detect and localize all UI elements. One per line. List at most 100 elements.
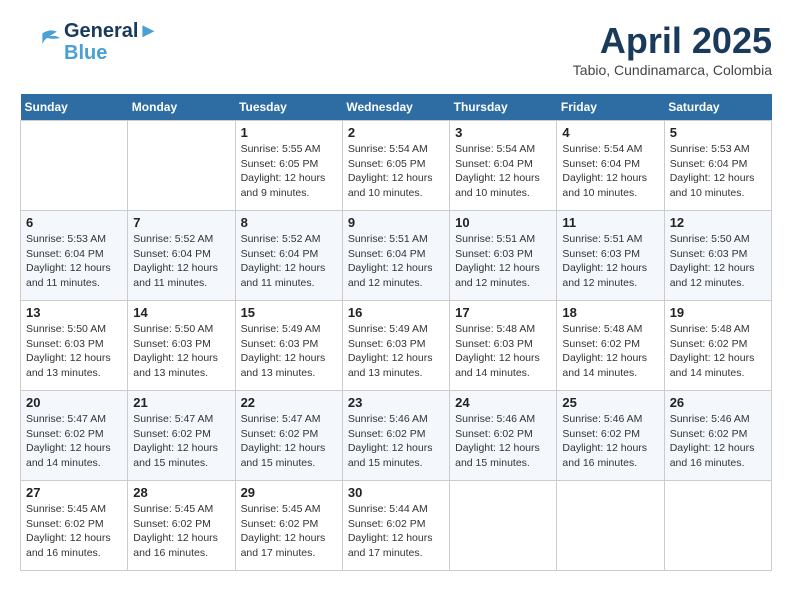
calendar-day-cell: 13 Sunrise: 5:50 AM Sunset: 6:03 PM Dayli… [21, 301, 128, 391]
calendar-table: SundayMondayTuesdayWednesdayThursdayFrid… [20, 94, 772, 571]
logo-text: General► Blue [64, 20, 158, 64]
calendar-day-cell: 6 Sunrise: 5:53 AM Sunset: 6:04 PM Daylig… [21, 211, 128, 301]
day-info: Sunrise: 5:48 AM Sunset: 6:03 PM Dayligh… [455, 322, 551, 381]
day-info: Sunrise: 5:54 AM Sunset: 6:04 PM Dayligh… [455, 142, 551, 201]
day-info: Sunrise: 5:52 AM Sunset: 6:04 PM Dayligh… [133, 232, 229, 291]
day-number: 15 [241, 305, 337, 320]
logo-icon [20, 22, 60, 62]
day-number: 8 [241, 215, 337, 230]
weekday-header: Friday [557, 94, 664, 121]
calendar-day-cell: 23 Sunrise: 5:46 AM Sunset: 6:02 PM Dayli… [342, 391, 449, 481]
calendar-day-cell: 3 Sunrise: 5:54 AM Sunset: 6:04 PM Daylig… [450, 121, 557, 211]
day-info: Sunrise: 5:47 AM Sunset: 6:02 PM Dayligh… [133, 412, 229, 471]
day-info: Sunrise: 5:53 AM Sunset: 6:04 PM Dayligh… [670, 142, 766, 201]
weekday-header: Tuesday [235, 94, 342, 121]
day-info: Sunrise: 5:49 AM Sunset: 6:03 PM Dayligh… [348, 322, 444, 381]
day-number: 3 [455, 125, 551, 140]
day-number: 4 [562, 125, 658, 140]
weekday-header: Saturday [664, 94, 771, 121]
day-number: 30 [348, 485, 444, 500]
calendar-week-row: 6 Sunrise: 5:53 AM Sunset: 6:04 PM Daylig… [21, 211, 772, 301]
day-info: Sunrise: 5:47 AM Sunset: 6:02 PM Dayligh… [241, 412, 337, 471]
day-info: Sunrise: 5:51 AM Sunset: 6:04 PM Dayligh… [348, 232, 444, 291]
day-number: 9 [348, 215, 444, 230]
calendar-day-cell: 21 Sunrise: 5:47 AM Sunset: 6:02 PM Dayli… [128, 391, 235, 481]
calendar-day-cell: 17 Sunrise: 5:48 AM Sunset: 6:03 PM Dayli… [450, 301, 557, 391]
weekday-header: Thursday [450, 94, 557, 121]
day-number: 10 [455, 215, 551, 230]
calendar-day-cell: 28Sunrise: 5:45 AM Sunset: 6:02 PM Dayli… [128, 481, 235, 571]
day-number: 29 [241, 485, 337, 500]
day-number: 22 [241, 395, 337, 410]
calendar-day-cell: 18 Sunrise: 5:48 AM Sunset: 6:02 PM Dayli… [557, 301, 664, 391]
day-number: 6 [26, 215, 122, 230]
calendar-day-cell: 4Sunrise: 5:54 AM Sunset: 6:04 PM Daylig… [557, 121, 664, 211]
day-number: 26 [670, 395, 766, 410]
calendar-day-cell: 20Sunrise: 5:47 AM Sunset: 6:02 PM Dayli… [21, 391, 128, 481]
calendar-week-row: 20Sunrise: 5:47 AM Sunset: 6:02 PM Dayli… [21, 391, 772, 481]
day-number: 21 [133, 395, 229, 410]
day-number: 19 [670, 305, 766, 320]
day-info: Sunrise: 5:55 AM Sunset: 6:05 PM Dayligh… [241, 142, 337, 201]
calendar-day-cell: 25 Sunrise: 5:46 AM Sunset: 6:02 PM Dayli… [557, 391, 664, 481]
day-info: Sunrise: 5:50 AM Sunset: 6:03 PM Dayligh… [670, 232, 766, 291]
day-number: 2 [348, 125, 444, 140]
day-info: Sunrise: 5:47 AM Sunset: 6:02 PM Dayligh… [26, 412, 122, 471]
weekday-header: Wednesday [342, 94, 449, 121]
calendar-day-cell: 5Sunrise: 5:53 AM Sunset: 6:04 PM Daylig… [664, 121, 771, 211]
calendar-day-cell: 15 Sunrise: 5:49 AM Sunset: 6:03 PM Dayli… [235, 301, 342, 391]
calendar-week-row: 13 Sunrise: 5:50 AM Sunset: 6:03 PM Dayli… [21, 301, 772, 391]
day-info: Sunrise: 5:54 AM Sunset: 6:05 PM Dayligh… [348, 142, 444, 201]
calendar-day-cell: 30 Sunrise: 5:44 AM Sunset: 6:02 PM Dayli… [342, 481, 449, 571]
calendar-day-cell: 14Sunrise: 5:50 AM Sunset: 6:03 PM Dayli… [128, 301, 235, 391]
weekday-header: Sunday [21, 94, 128, 121]
calendar-day-cell: 10 Sunrise: 5:51 AM Sunset: 6:03 PM Dayli… [450, 211, 557, 301]
calendar-day-cell: 1 Sunrise: 5:55 AM Sunset: 6:05 PM Daylig… [235, 121, 342, 211]
weekday-header: Monday [128, 94, 235, 121]
month-title: April 2025 [573, 20, 772, 62]
logo: General► Blue [20, 20, 158, 64]
calendar-day-cell [557, 481, 664, 571]
calendar-day-cell: 8Sunrise: 5:52 AM Sunset: 6:04 PM Daylig… [235, 211, 342, 301]
day-number: 1 [241, 125, 337, 140]
calendar-day-cell [450, 481, 557, 571]
day-info: Sunrise: 5:48 AM Sunset: 6:02 PM Dayligh… [562, 322, 658, 381]
day-number: 24 [455, 395, 551, 410]
day-info: Sunrise: 5:51 AM Sunset: 6:03 PM Dayligh… [455, 232, 551, 291]
day-number: 11 [562, 215, 658, 230]
day-info: Sunrise: 5:46 AM Sunset: 6:02 PM Dayligh… [562, 412, 658, 471]
calendar-header: SundayMondayTuesdayWednesdayThursdayFrid… [21, 94, 772, 121]
day-number: 13 [26, 305, 122, 320]
day-info: Sunrise: 5:45 AM Sunset: 6:02 PM Dayligh… [241, 502, 337, 561]
day-info: Sunrise: 5:44 AM Sunset: 6:02 PM Dayligh… [348, 502, 444, 561]
calendar-day-cell [21, 121, 128, 211]
calendar-day-cell: 11Sunrise: 5:51 AM Sunset: 6:03 PM Dayli… [557, 211, 664, 301]
day-number: 17 [455, 305, 551, 320]
calendar-day-cell: 19 Sunrise: 5:48 AM Sunset: 6:02 PM Dayli… [664, 301, 771, 391]
day-number: 23 [348, 395, 444, 410]
day-number: 25 [562, 395, 658, 410]
calendar-day-cell: 24Sunrise: 5:46 AM Sunset: 6:02 PM Dayli… [450, 391, 557, 481]
calendar-day-cell: 9 Sunrise: 5:51 AM Sunset: 6:04 PM Daylig… [342, 211, 449, 301]
day-number: 16 [348, 305, 444, 320]
day-number: 12 [670, 215, 766, 230]
day-info: Sunrise: 5:49 AM Sunset: 6:03 PM Dayligh… [241, 322, 337, 381]
calendar-day-cell: 29 Sunrise: 5:45 AM Sunset: 6:02 PM Dayli… [235, 481, 342, 571]
day-number: 14 [133, 305, 229, 320]
calendar-day-cell: 12 Sunrise: 5:50 AM Sunset: 6:03 PM Dayli… [664, 211, 771, 301]
calendar-day-cell: 7Sunrise: 5:52 AM Sunset: 6:04 PM Daylig… [128, 211, 235, 301]
title-block: April 2025 Tabio, Cundinamarca, Colombia [573, 20, 772, 78]
calendar-day-cell: 27Sunrise: 5:45 AM Sunset: 6:02 PM Dayli… [21, 481, 128, 571]
calendar-day-cell: 26Sunrise: 5:46 AM Sunset: 6:02 PM Dayli… [664, 391, 771, 481]
day-info: Sunrise: 5:53 AM Sunset: 6:04 PM Dayligh… [26, 232, 122, 291]
calendar-week-row: 27Sunrise: 5:45 AM Sunset: 6:02 PM Dayli… [21, 481, 772, 571]
calendar-day-cell: 22 Sunrise: 5:47 AM Sunset: 6:02 PM Dayli… [235, 391, 342, 481]
day-info: Sunrise: 5:48 AM Sunset: 6:02 PM Dayligh… [670, 322, 766, 381]
day-info: Sunrise: 5:45 AM Sunset: 6:02 PM Dayligh… [133, 502, 229, 561]
day-info: Sunrise: 5:50 AM Sunset: 6:03 PM Dayligh… [26, 322, 122, 381]
day-info: Sunrise: 5:46 AM Sunset: 6:02 PM Dayligh… [348, 412, 444, 471]
calendar-day-cell [128, 121, 235, 211]
calendar-week-row: 1 Sunrise: 5:55 AM Sunset: 6:05 PM Daylig… [21, 121, 772, 211]
page-header: General► Blue April 2025 Tabio, Cundinam… [20, 20, 772, 78]
day-number: 18 [562, 305, 658, 320]
